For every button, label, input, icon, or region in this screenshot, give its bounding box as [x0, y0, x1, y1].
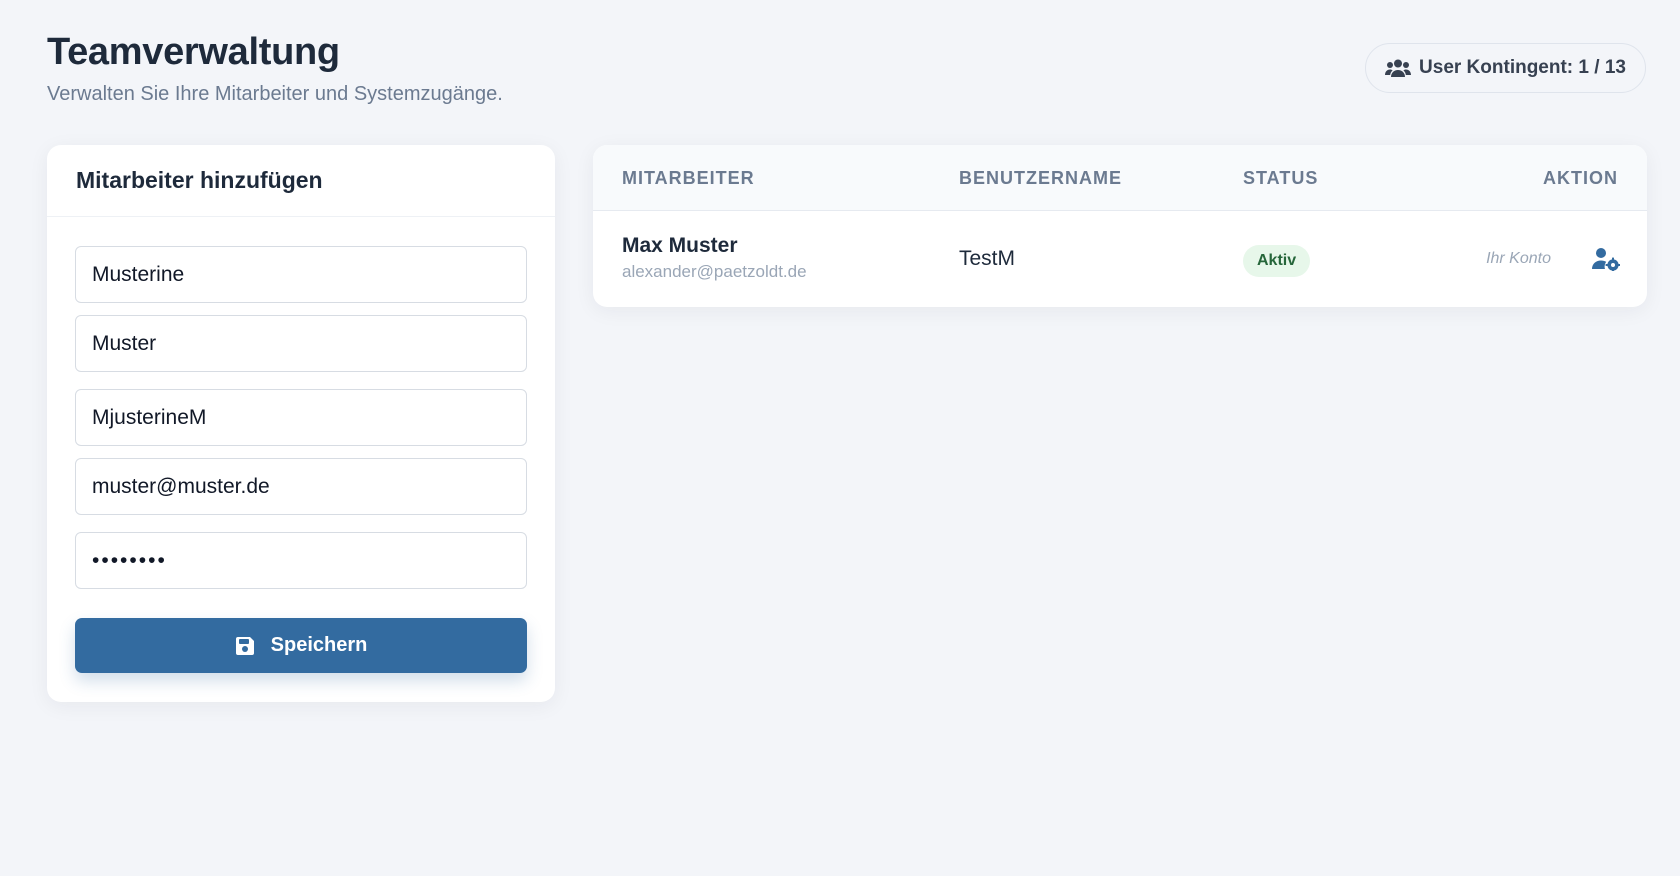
- user-quota-badge: User Kontingent: 1 / 13: [1365, 43, 1646, 93]
- column-header-status: STATUS: [1243, 167, 1319, 188]
- users-icon: [1385, 59, 1412, 77]
- table-row: Max Muster alexander@paetzoldt.de TestM …: [593, 211, 1647, 307]
- add-employee-card: Mitarbeiter hinzufügen Speichern: [47, 145, 555, 702]
- employee-email: alexander@paetzoldt.de: [622, 262, 807, 281]
- employee-table: MITARBEITER BENUTZERNAME STATUS AKTION M…: [593, 145, 1647, 307]
- employee-username: TestM: [959, 247, 1016, 270]
- column-header-username: BENUTZERNAME: [959, 167, 1122, 188]
- page-title: Teamverwaltung: [47, 31, 340, 73]
- last-name-input[interactable]: [75, 315, 527, 372]
- user-quota-label: User Kontingent: 1 / 13: [1419, 57, 1626, 78]
- save-button-label: Speichern: [270, 634, 368, 656]
- user-cog-icon[interactable]: [1592, 247, 1620, 271]
- email-input[interactable]: [75, 458, 527, 515]
- employee-name: Max Muster: [622, 234, 738, 257]
- column-header-employee: MITARBEITER: [622, 167, 755, 188]
- employee-cell: Max Muster alexander@paetzoldt.de: [622, 233, 807, 284]
- floppy-disk-icon: [235, 636, 254, 655]
- username-input[interactable]: [75, 389, 527, 446]
- add-employee-title: Mitarbeiter hinzufügen: [76, 167, 323, 193]
- table-header: MITARBEITER BENUTZERNAME STATUS AKTION: [593, 145, 1647, 211]
- first-name-input[interactable]: [75, 246, 527, 303]
- page-header: Teamverwaltung Verwalten Sie Ihre Mitarb…: [47, 28, 503, 108]
- save-button[interactable]: Speichern: [75, 618, 527, 673]
- column-header-action: AKTION: [1543, 167, 1618, 188]
- status-badge: Aktiv: [1243, 245, 1311, 277]
- own-account-note: Ihr Konto: [1486, 250, 1551, 267]
- page-subtitle: Verwalten Sie Ihre Mitarbeiter und Syste…: [47, 83, 503, 105]
- password-input[interactable]: [75, 532, 527, 589]
- add-employee-card-header: Mitarbeiter hinzufügen: [47, 145, 555, 217]
